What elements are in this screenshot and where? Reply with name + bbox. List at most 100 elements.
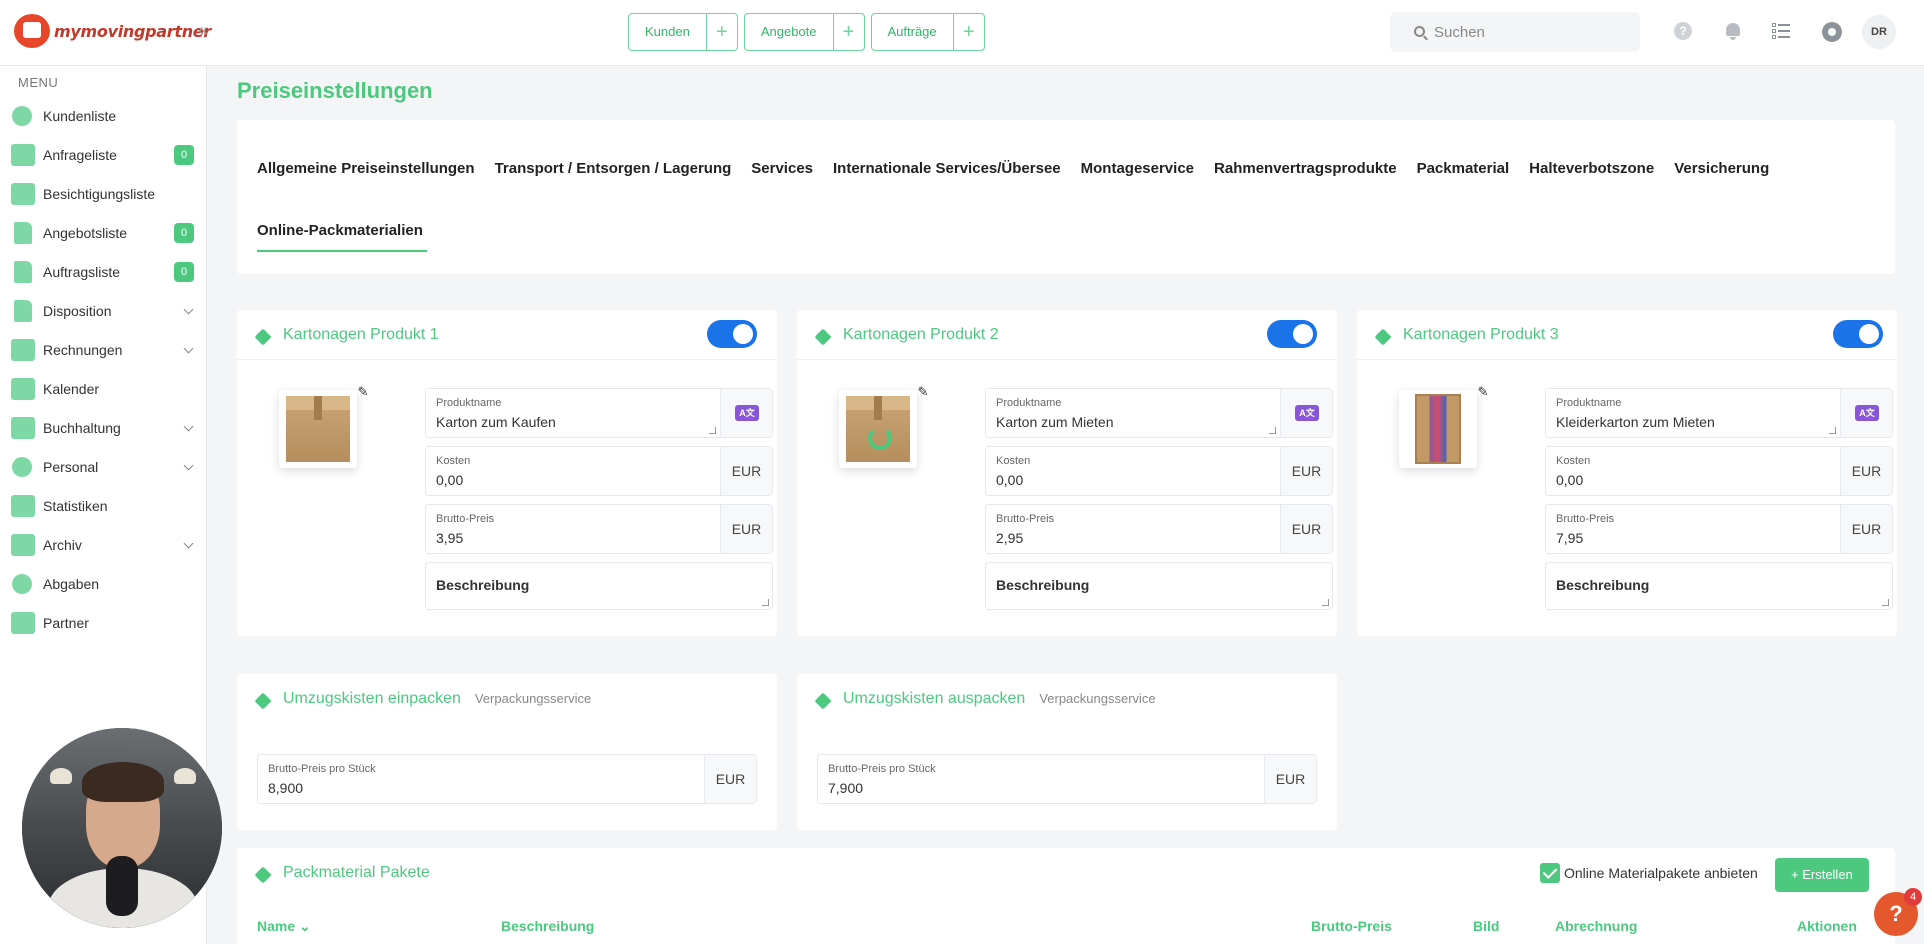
- tab-transport[interactable]: Transport / Entsorgen / Lagerung: [495, 160, 732, 177]
- cost-field[interactable]: Kosten 0,00 EUR: [985, 446, 1333, 496]
- add-angebot-icon[interactable]: +: [834, 14, 864, 50]
- resize-handle[interactable]: [709, 427, 716, 434]
- person-clock-icon: [12, 456, 32, 477]
- cost-field[interactable]: Kosten 0,00 EUR: [1545, 446, 1893, 496]
- gross-per-piece-field[interactable]: Brutto-Preis pro Stück 8,900 EUR: [257, 754, 757, 804]
- product-image[interactable]: [1399, 390, 1477, 468]
- collapse-sidebar-icon[interactable]: «: [198, 20, 208, 41]
- product-name-field[interactable]: Produktname Karton zum Mieten A文: [985, 388, 1333, 438]
- description-field[interactable]: Beschreibung: [1545, 562, 1893, 610]
- resize-handle[interactable]: [1322, 599, 1329, 606]
- quick-actions: Kunden + Angebote + Aufträge +: [628, 13, 985, 51]
- translate-button[interactable]: A文: [720, 389, 772, 437]
- resize-handle[interactable]: [762, 599, 769, 606]
- checklist-icon[interactable]: [1772, 22, 1790, 40]
- enable-toggle[interactable]: [1833, 320, 1883, 348]
- translate-button[interactable]: A文: [1840, 389, 1892, 437]
- online-packages-toggle[interactable]: Online Materialpakete anbieten: [1540, 863, 1758, 883]
- product-name-value: Kleiderkarton zum Mieten: [1556, 414, 1715, 430]
- resize-handle[interactable]: [1882, 599, 1889, 606]
- edit-image-icon[interactable]: ✎: [355, 384, 371, 400]
- auftraege-button[interactable]: Aufträge: [872, 14, 954, 50]
- tag-icon: [1374, 328, 1392, 346]
- angebote-button[interactable]: Angebote: [745, 14, 834, 50]
- sidebar-item-archiv[interactable]: Archiv: [0, 525, 207, 564]
- product-name-field[interactable]: Produktname Kleiderkarton zum Mieten A文: [1545, 388, 1893, 438]
- tab-allgemeine-preiseinstellungen[interactable]: Allgemeine Preiseinstellungen: [257, 160, 475, 177]
- sidebar-item-buchhaltung[interactable]: Buchhaltung: [0, 408, 207, 447]
- enable-toggle[interactable]: [707, 320, 757, 348]
- checkbox-checked[interactable]: [1540, 863, 1560, 883]
- enable-toggle[interactable]: [1267, 320, 1317, 348]
- sidebar-item-anfrageliste[interactable]: Anfrageliste 0: [0, 135, 207, 174]
- kunden-button[interactable]: Kunden: [629, 14, 707, 50]
- sidebar-item-personal[interactable]: Personal: [0, 447, 207, 486]
- sidebar-item-kalender[interactable]: Kalender: [0, 369, 207, 408]
- gross-price-field[interactable]: Brutto-Preis 7,95 EUR: [1545, 504, 1893, 554]
- column-header-name[interactable]: Name ⌄: [257, 918, 311, 935]
- edit-image-icon[interactable]: ✎: [915, 384, 931, 400]
- resize-handle[interactable]: [1269, 427, 1276, 434]
- field-label: Brutto-Preis: [1556, 513, 1615, 525]
- search-input[interactable]: [1434, 21, 1624, 43]
- gross-price-field[interactable]: Brutto-Preis 2,95 EUR: [985, 504, 1333, 554]
- column-header-actions: Aktionen: [1797, 918, 1857, 934]
- product-image[interactable]: [839, 390, 917, 468]
- tab-montageservice[interactable]: Montageservice: [1081, 160, 1194, 177]
- sidebar-item-abgaben[interactable]: Abgaben: [0, 564, 207, 603]
- resize-handle[interactable]: [1829, 427, 1836, 434]
- sidebar-item-kundenliste[interactable]: Kundenliste: [0, 96, 207, 135]
- product-name-field[interactable]: Produktname Karton zum Kaufen A文: [425, 388, 773, 438]
- gear-icon[interactable]: [1822, 22, 1842, 42]
- tab-rahmenvertragsprodukte[interactable]: Rahmenvertragsprodukte: [1214, 160, 1397, 177]
- packages-card: Packmaterial Pakete Online Materialpaket…: [237, 848, 1895, 944]
- description-placeholder: Beschreibung: [436, 577, 530, 593]
- add-auftrag-icon[interactable]: +: [954, 14, 984, 50]
- tab-services[interactable]: Services: [751, 160, 813, 177]
- currency-addon: EUR: [1280, 447, 1332, 495]
- bell-icon[interactable]: [1724, 22, 1742, 40]
- sidebar-item-rechnungen[interactable]: Rechnungen: [0, 330, 207, 369]
- help-icon[interactable]: ?: [1674, 22, 1692, 40]
- description-placeholder: Beschreibung: [996, 577, 1090, 593]
- sidebar-item-auftragsliste[interactable]: Auftragsliste 0: [0, 252, 207, 291]
- sidebar-item-statistiken[interactable]: Statistiken: [0, 486, 207, 525]
- gross-price-field[interactable]: Brutto-Preis 3,95 EUR: [425, 504, 773, 554]
- tab-internationale-services[interactable]: Internationale Services/Übersee: [833, 160, 1061, 177]
- cardboard-box-icon: [286, 396, 350, 462]
- description-field[interactable]: Beschreibung: [425, 562, 773, 610]
- avatar[interactable]: DR: [1862, 15, 1896, 49]
- gross-per-piece-field[interactable]: Brutto-Preis pro Stück 7,900 EUR: [817, 754, 1317, 804]
- tag-icon: [254, 328, 272, 346]
- product-image[interactable]: [279, 390, 357, 468]
- create-package-button[interactable]: + Erstellen: [1775, 858, 1869, 892]
- currency-addon: EUR: [720, 505, 772, 553]
- brand-logo[interactable]: mymovingpartner: [14, 14, 211, 48]
- field-label: Produktname: [436, 397, 502, 409]
- sidebar-item-besichtigungsliste[interactable]: Besichtigungsliste: [0, 174, 207, 213]
- product-card-3: Kartonagen Produkt 3 ✎ Produktname Kleid…: [1357, 310, 1897, 636]
- tab-online-packmaterialien[interactable]: Online-Packmaterialien: [257, 222, 423, 239]
- translate-icon: A文: [1295, 405, 1319, 421]
- currency-addon: EUR: [1264, 755, 1316, 803]
- column-header-gross-price: Brutto-Preis: [1311, 918, 1392, 934]
- translate-button[interactable]: A文: [1280, 389, 1332, 437]
- sidebar-item-angebotsliste[interactable]: Angebotsliste 0: [0, 213, 207, 252]
- product-name-value: Karton zum Kaufen: [436, 414, 556, 430]
- sidebar-item-label: Personal: [43, 458, 99, 475]
- cost-field[interactable]: Kosten 0,00 EUR: [425, 446, 773, 496]
- tab-halteverbotszone[interactable]: Halteverbotszone: [1529, 160, 1654, 177]
- tab-versicherung[interactable]: Versicherung: [1674, 160, 1769, 177]
- add-kunde-icon[interactable]: +: [707, 14, 737, 50]
- microphone-icon: [106, 856, 138, 916]
- gross-price-value: 3,95: [436, 530, 464, 546]
- sidebar-item-partner[interactable]: Partner: [0, 603, 207, 642]
- sidebar-nav: Kundenliste Anfrageliste 0 Besichtigungs…: [0, 96, 207, 642]
- description-field[interactable]: Beschreibung: [985, 562, 1333, 610]
- gross-per-piece-value: 8,900: [268, 780, 304, 796]
- sidebar-item-disposition[interactable]: Disposition: [0, 291, 207, 330]
- edit-image-icon[interactable]: ✎: [1475, 384, 1491, 400]
- tab-packmaterial[interactable]: Packmaterial: [1417, 160, 1510, 177]
- sidebar-item-label: Statistiken: [43, 497, 108, 514]
- tag-icon: [254, 692, 272, 710]
